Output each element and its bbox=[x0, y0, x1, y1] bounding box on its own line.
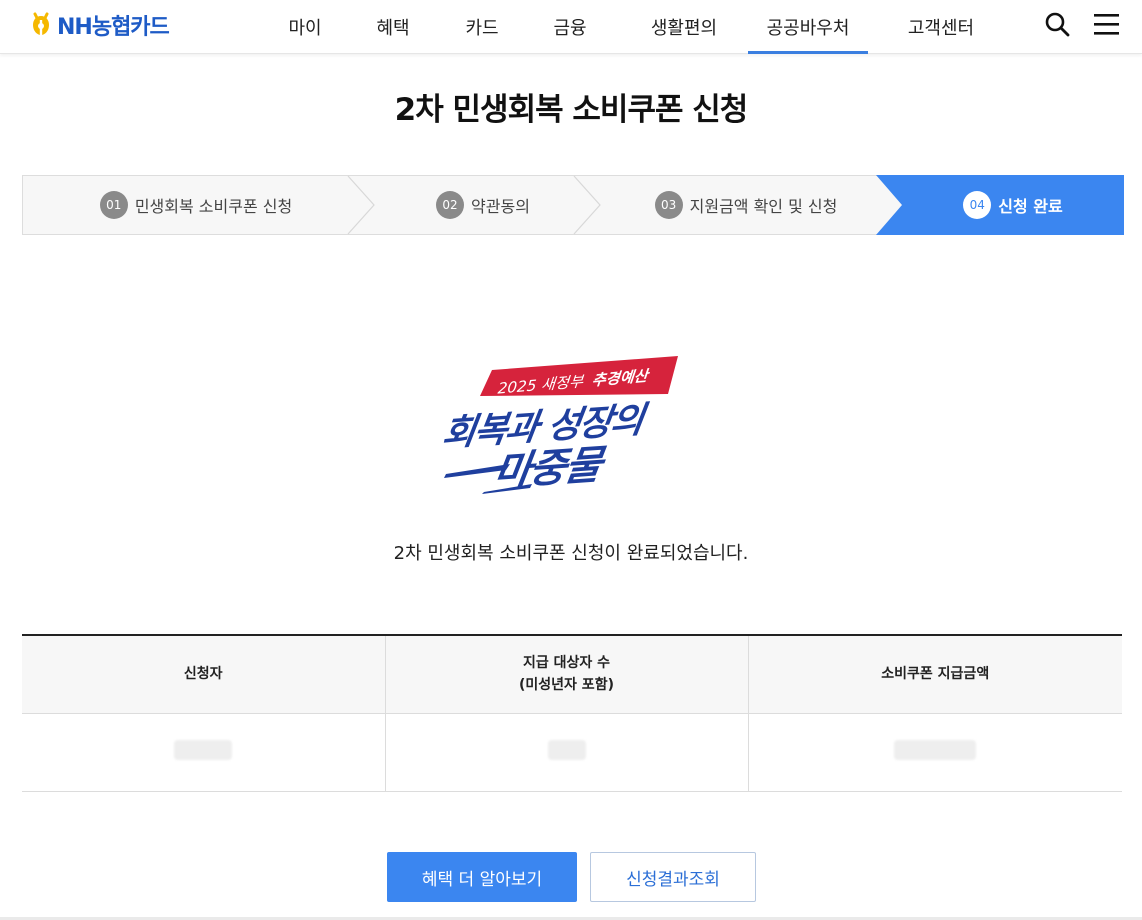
step-indicator: 01 민생회복 소비쿠폰 신청 02 약관동의 03 지원금액 확인 및 신청 … bbox=[22, 175, 1124, 235]
step-number: 02 bbox=[436, 191, 465, 219]
step-number: 04 bbox=[963, 191, 992, 219]
col-coupon-amount-label: 소비쿠폰 지급금액 bbox=[881, 666, 990, 683]
menu-icon[interactable] bbox=[1092, 10, 1122, 40]
top-header: NH농협카드 마이 혜택 카드 금융 생활편의 공공바우처 고객센터 bbox=[0, 0, 1142, 54]
campaign-logo: 2025 새정부 추경예산 회복과 성장의 마중물 bbox=[440, 356, 678, 494]
campaign-line2: 마중물 bbox=[491, 440, 609, 494]
nav-card[interactable]: 카드 bbox=[446, 0, 518, 54]
completion-message: 2차 민생회복 소비쿠폰 신청이 완료되었습니다. bbox=[393, 543, 749, 564]
step-label: 지원금액 확인 및 신청 bbox=[689, 197, 838, 216]
nav-my[interactable]: 마이 bbox=[270, 0, 340, 54]
table-header-row: 신청자 지급 대상자 수 (미성년자 포함) 소비쿠폰 지급금액 bbox=[22, 635, 1122, 714]
step-02: 02 약관동의 bbox=[370, 175, 596, 235]
nav-benefits[interactable]: 혜택 bbox=[340, 0, 446, 54]
cell-applicant-redacted bbox=[22, 713, 386, 792]
redacted-value bbox=[174, 740, 233, 760]
step-03: 03 지원금액 확인 및 신청 bbox=[596, 175, 896, 235]
step-04-active: 04 신청 완료 bbox=[902, 175, 1124, 235]
nh-logo-icon bbox=[33, 12, 49, 35]
logo-text: NH농협카드 bbox=[57, 15, 170, 40]
step-label: 민생회복 소비쿠폰 신청 bbox=[134, 197, 293, 216]
main-nav: 마이 혜택 카드 금융 생활편의 공공바우처 고객센터 bbox=[270, 0, 1014, 54]
page-title: 2차 민생회복 소비쿠폰 신청 bbox=[394, 92, 749, 128]
col-applicant-label: 신청자 bbox=[183, 666, 223, 683]
more-benefits-button[interactable]: 혜택 더 알아보기 bbox=[387, 852, 577, 902]
nh-card-logo[interactable]: NH농협카드 bbox=[30, 10, 170, 40]
col-recipient-count-label: 지급 대상자 수 bbox=[522, 655, 611, 672]
step-label: 약관동의 bbox=[471, 197, 530, 216]
view-result-button[interactable]: 신청결과조회 bbox=[590, 852, 756, 902]
nav-finance[interactable]: 금융 bbox=[518, 0, 622, 54]
step-number: 01 bbox=[99, 191, 128, 219]
cell-coupon-amount-redacted bbox=[748, 713, 1122, 792]
redacted-value bbox=[547, 740, 586, 760]
step-01: 01 민생회복 소비쿠폰 신청 bbox=[22, 175, 370, 235]
nav-public-voucher[interactable]: 공공바우처 bbox=[748, 0, 868, 54]
result-table: 신청자 지급 대상자 수 (미성년자 포함) 소비쿠폰 지급금액 bbox=[22, 634, 1122, 792]
col-recipient-count-sublabel: (미성년자 포함) bbox=[519, 677, 614, 694]
col-applicant: 신청자 bbox=[22, 635, 386, 714]
step-label: 신청 완료 bbox=[998, 197, 1063, 216]
redacted-value bbox=[894, 740, 977, 760]
search-icon[interactable] bbox=[1042, 10, 1072, 40]
col-recipient-count: 지급 대상자 수 (미성년자 포함) bbox=[385, 635, 749, 714]
nav-lifestyle[interactable]: 생활편의 bbox=[622, 0, 746, 54]
cell-recipient-count-redacted bbox=[385, 713, 749, 792]
nav-customer-center[interactable]: 고객센터 bbox=[868, 0, 1014, 54]
col-coupon-amount: 소비쿠폰 지급금액 bbox=[748, 635, 1122, 714]
step-number: 03 bbox=[654, 191, 683, 219]
table-row bbox=[22, 713, 1122, 792]
